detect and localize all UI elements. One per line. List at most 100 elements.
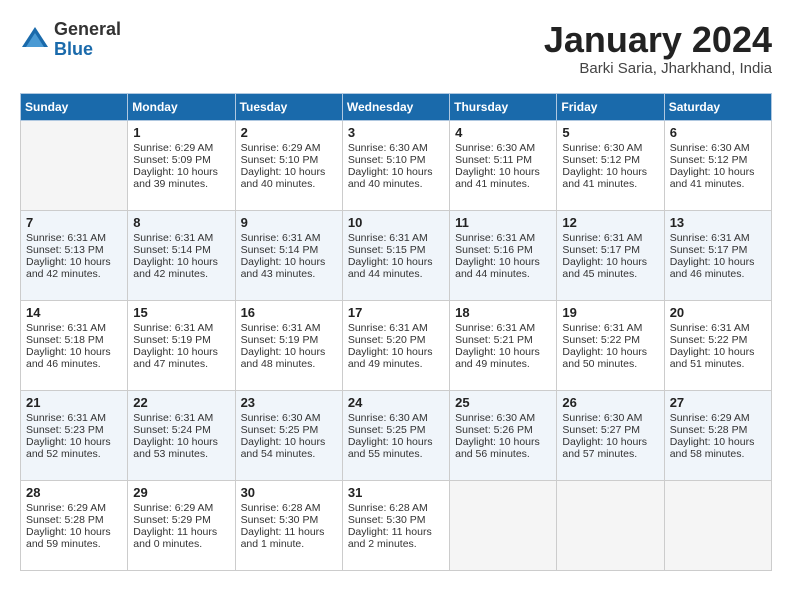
- day-number: 20: [670, 305, 766, 320]
- sunset-text: Sunset: 5:14 PM: [133, 244, 229, 256]
- weekday-header: Wednesday: [342, 93, 449, 120]
- sunset-text: Sunset: 5:27 PM: [562, 424, 658, 436]
- sunrise-text: Sunrise: 6:31 AM: [133, 412, 229, 424]
- calendar-cell: 24Sunrise: 6:30 AMSunset: 5:25 PMDayligh…: [342, 390, 449, 480]
- header-row: SundayMondayTuesdayWednesdayThursdayFrid…: [21, 93, 772, 120]
- sunset-text: Sunset: 5:28 PM: [26, 514, 122, 526]
- day-number: 4: [455, 125, 551, 140]
- sunrise-text: Sunrise: 6:31 AM: [670, 322, 766, 334]
- sunset-text: Sunset: 5:20 PM: [348, 334, 444, 346]
- sunset-text: Sunset: 5:19 PM: [133, 334, 229, 346]
- daylight-text: Daylight: 10 hours and 47 minutes.: [133, 346, 229, 370]
- calendar-cell: 31Sunrise: 6:28 AMSunset: 5:30 PMDayligh…: [342, 480, 449, 570]
- day-number: 11: [455, 215, 551, 230]
- calendar-cell: 19Sunrise: 6:31 AMSunset: 5:22 PMDayligh…: [557, 300, 664, 390]
- day-number: 23: [241, 395, 337, 410]
- sunset-text: Sunset: 5:19 PM: [241, 334, 337, 346]
- sunset-text: Sunset: 5:25 PM: [241, 424, 337, 436]
- daylight-text: Daylight: 10 hours and 51 minutes.: [670, 346, 766, 370]
- sunset-text: Sunset: 5:22 PM: [670, 334, 766, 346]
- day-number: 6: [670, 125, 766, 140]
- calendar-cell: 15Sunrise: 6:31 AMSunset: 5:19 PMDayligh…: [128, 300, 235, 390]
- sunset-text: Sunset: 5:26 PM: [455, 424, 551, 436]
- daylight-text: Daylight: 10 hours and 40 minutes.: [241, 166, 337, 190]
- calendar-cell: 13Sunrise: 6:31 AMSunset: 5:17 PMDayligh…: [664, 210, 771, 300]
- calendar-week-row: 28 Sunrise: 6:29 AMSunset: 5:28 PM Dayligh…: [21, 480, 772, 570]
- daylight-text: Daylight: 10 hours and 40 minutes.: [348, 166, 444, 190]
- logo-text: General Blue: [54, 20, 121, 60]
- calendar-week-row: 14Sunrise: 6:31 AMSunset: 5:18 PMDayligh…: [21, 300, 772, 390]
- sunrise-text: Sunrise: 6:31 AM: [133, 322, 229, 334]
- day-number: 26: [562, 395, 658, 410]
- daylight-text: Daylight: 10 hours and 54 minutes.: [241, 436, 337, 460]
- daylight-text: Daylight: 10 hours and 44 minutes.: [455, 256, 551, 280]
- day-number: 3: [348, 125, 444, 140]
- weekday-header: Tuesday: [235, 93, 342, 120]
- daylight-text: Daylight: 11 hours and 2 minutes.: [348, 526, 444, 550]
- sunrise-text: Sunrise: 6:31 AM: [562, 232, 658, 244]
- sunset-text: Sunset: 5:12 PM: [670, 154, 766, 166]
- sunrise-text: Sunrise: 6:31 AM: [133, 232, 229, 244]
- sunrise-text: Sunrise: 6:31 AM: [241, 232, 337, 244]
- weekday-header: Sunday: [21, 93, 128, 120]
- weekday-header: Thursday: [450, 93, 557, 120]
- day-number: 29: [133, 485, 229, 500]
- sunrise-text: Sunrise: 6:31 AM: [348, 232, 444, 244]
- sunrise-text: Sunrise: 6:30 AM: [348, 412, 444, 424]
- sunrise-text: Sunrise: 6:31 AM: [26, 412, 122, 424]
- weekday-header: Monday: [128, 93, 235, 120]
- calendar-cell: 2Sunrise: 6:29 AMSunset: 5:10 PMDaylight…: [235, 120, 342, 210]
- weekday-header: Friday: [557, 93, 664, 120]
- daylight-text: Daylight: 10 hours and 41 minutes.: [455, 166, 551, 190]
- sunset-text: Sunset: 5:15 PM: [348, 244, 444, 256]
- sunset-text: Sunset: 5:28 PM: [670, 424, 766, 436]
- day-number: 10: [348, 215, 444, 230]
- day-number: 12: [562, 215, 658, 230]
- sunrise-text: Sunrise: 6:30 AM: [670, 142, 766, 154]
- daylight-text: Daylight: 10 hours and 46 minutes.: [26, 346, 122, 370]
- calendar-cell: [664, 480, 771, 570]
- sunrise-text: Sunrise: 6:31 AM: [562, 322, 658, 334]
- daylight-text: Daylight: 10 hours and 45 minutes.: [562, 256, 658, 280]
- day-number: 1: [133, 125, 229, 140]
- day-number: 31: [348, 485, 444, 500]
- sunset-text: Sunset: 5:12 PM: [562, 154, 658, 166]
- day-number: 25: [455, 395, 551, 410]
- day-number: 7: [26, 215, 122, 230]
- daylight-text: Daylight: 10 hours and 52 minutes.: [26, 436, 122, 460]
- sunset-text: Sunset: 5:11 PM: [455, 154, 551, 166]
- daylight-text: Daylight: 11 hours and 1 minute.: [241, 526, 337, 550]
- sunrise-text: Sunrise: 6:30 AM: [455, 412, 551, 424]
- day-number: 24: [348, 395, 444, 410]
- daylight-text: Daylight: 10 hours and 58 minutes.: [670, 436, 766, 460]
- calendar-cell: 23Sunrise: 6:30 AMSunset: 5:25 PMDayligh…: [235, 390, 342, 480]
- day-number: 14: [26, 305, 122, 320]
- sunset-text: Sunset: 5:18 PM: [26, 334, 122, 346]
- day-number: 28: [26, 485, 122, 500]
- sunset-text: Sunset: 5:30 PM: [241, 514, 337, 526]
- calendar-cell: 16Sunrise: 6:31 AMSunset: 5:19 PMDayligh…: [235, 300, 342, 390]
- sunrise-text: Sunrise: 6:31 AM: [26, 232, 122, 244]
- calendar-cell: 18Sunrise: 6:31 AMSunset: 5:21 PMDayligh…: [450, 300, 557, 390]
- location: Barki Saria, Jharkhand, India: [544, 60, 772, 77]
- daylight-text: Daylight: 10 hours and 39 minutes.: [133, 166, 229, 190]
- daylight-text: Daylight: 10 hours and 42 minutes.: [26, 256, 122, 280]
- calendar-week-row: 21Sunrise: 6:31 AMSunset: 5:23 PMDayligh…: [21, 390, 772, 480]
- calendar-cell: 25Sunrise: 6:30 AMSunset: 5:26 PMDayligh…: [450, 390, 557, 480]
- logo-general: General: [54, 20, 121, 40]
- calendar-cell: 10Sunrise: 6:31 AMSunset: 5:15 PMDayligh…: [342, 210, 449, 300]
- sunset-text: Sunset: 5:09 PM: [133, 154, 229, 166]
- sunrise-text: Sunrise: 6:31 AM: [26, 322, 122, 334]
- sunset-text: Sunset: 5:21 PM: [455, 334, 551, 346]
- weekday-header: Saturday: [664, 93, 771, 120]
- daylight-text: Daylight: 10 hours and 46 minutes.: [670, 256, 766, 280]
- calendar-cell: 3Sunrise: 6:30 AMSunset: 5:10 PMDaylight…: [342, 120, 449, 210]
- calendar-cell: 17Sunrise: 6:31 AMSunset: 5:20 PMDayligh…: [342, 300, 449, 390]
- calendar-cell: [450, 480, 557, 570]
- daylight-text: Daylight: 10 hours and 49 minutes.: [455, 346, 551, 370]
- day-number: 17: [348, 305, 444, 320]
- sunrise-text: Sunrise: 6:31 AM: [348, 322, 444, 334]
- sunset-text: Sunset: 5:24 PM: [133, 424, 229, 436]
- sunrise-text: Sunrise: 6:29 AM: [26, 502, 122, 514]
- day-number: 13: [670, 215, 766, 230]
